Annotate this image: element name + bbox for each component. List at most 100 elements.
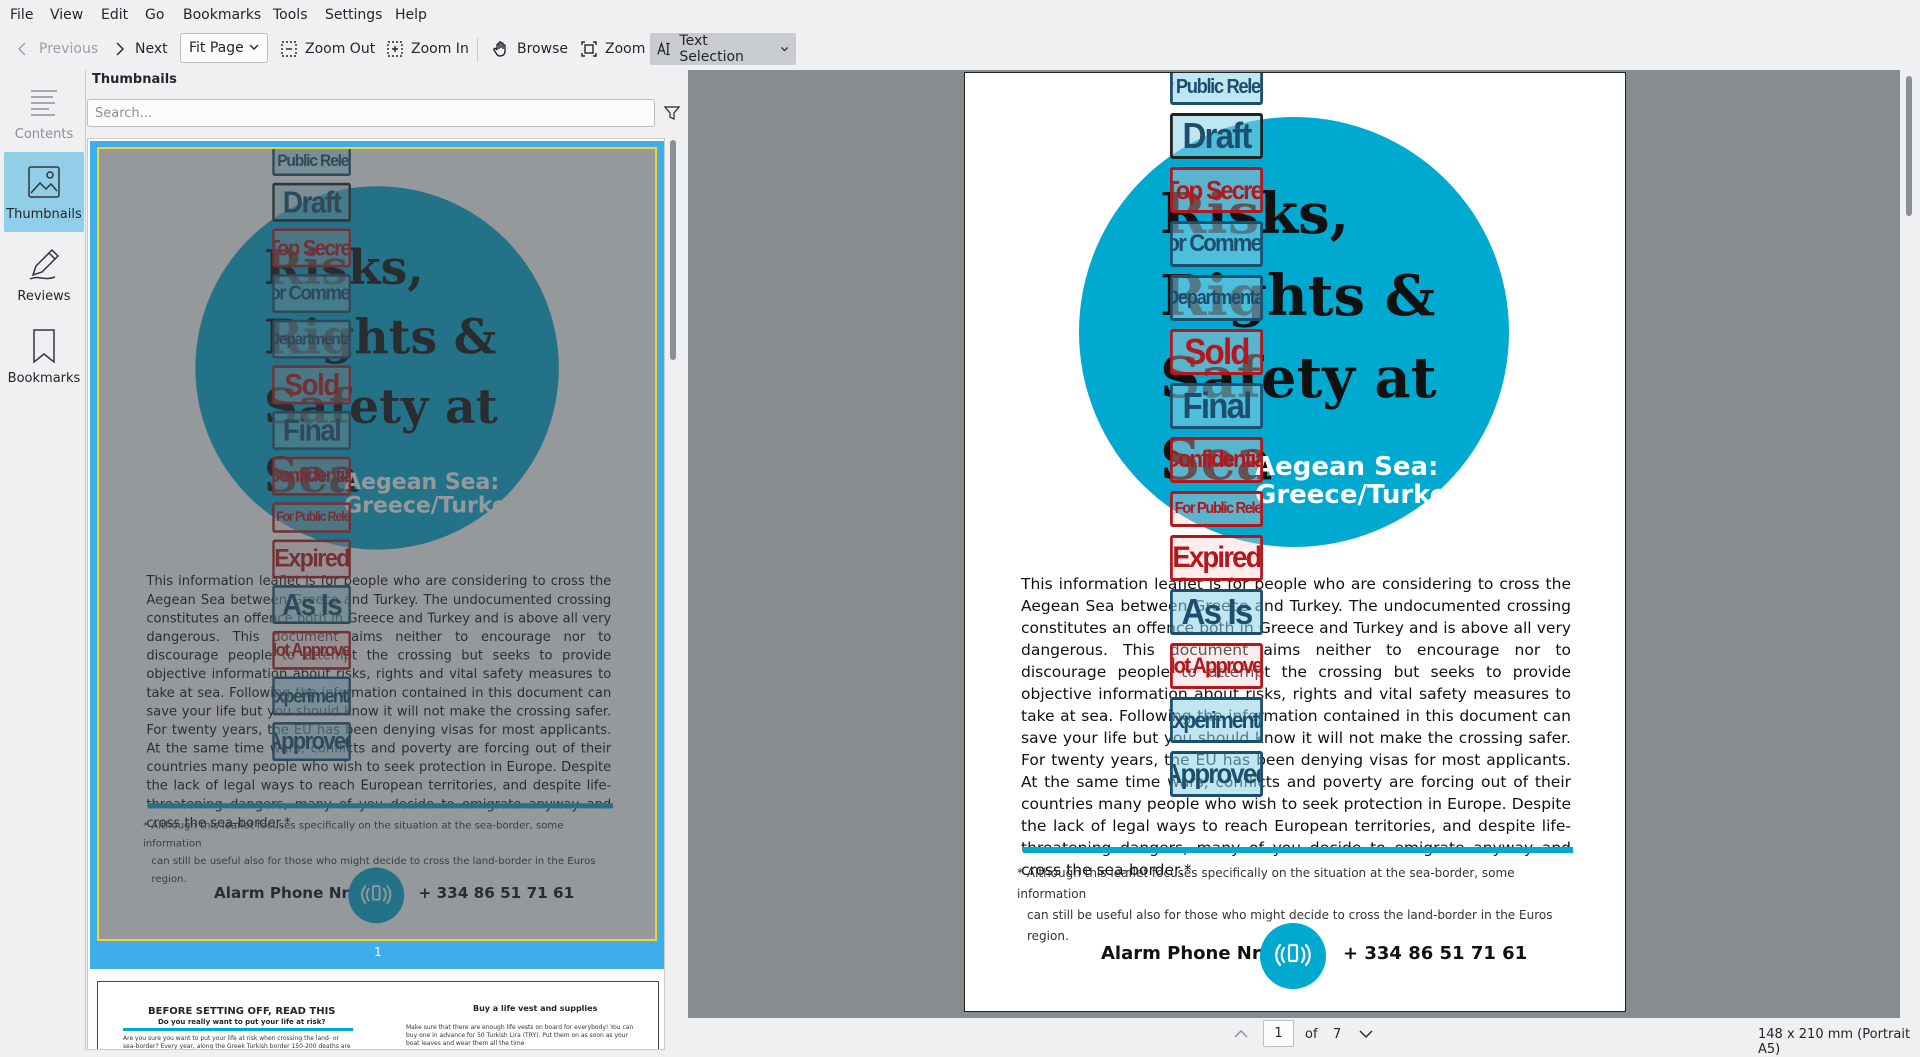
sidebar-item-bookmarks[interactable]: Bookmarks: [4, 316, 84, 396]
phone-signal-icon: [1260, 923, 1326, 989]
page-size-label: 148 x 210 mm (Portrait A5): [1758, 1027, 1911, 1057]
sidebar-item-label: Contents: [14, 126, 74, 142]
stamp-annotation[interactable]: For Public Release: [1170, 73, 1263, 105]
menu-settings[interactable]: Settings: [325, 7, 382, 23]
zoom-mode-select[interactable]: Fit Page: [180, 33, 268, 63]
page-of-label: of: [1305, 1027, 1318, 1042]
stamp-annotation[interactable]: For Comment: [1170, 221, 1263, 267]
stamp-annotation[interactable]: As Is: [1170, 589, 1263, 635]
chevron-right-icon: [116, 42, 124, 56]
text-cursor-icon: [657, 41, 670, 56]
zoom-label: Zoom: [605, 41, 646, 57]
thumbnail-image: Risks, Rights & Safety at Sea Aegean Sea…: [97, 147, 657, 941]
zoom-out-label: Zoom Out: [305, 41, 376, 57]
document-scrollbar[interactable]: [1900, 70, 1920, 1018]
sidebar: Contents Thumbnails Reviews Bookmarks: [0, 70, 86, 1051]
scrollbar-handle[interactable]: [670, 140, 676, 360]
scrollbar-handle[interactable]: [1906, 76, 1912, 216]
statusbar: 1 of 7 148 x 210 mm (Portrait A5): [688, 1018, 1920, 1057]
stamp-annotation[interactable]: Not For Public Release: [1170, 491, 1263, 527]
contents-icon: [31, 89, 57, 116]
toolbar-separator: [477, 38, 478, 62]
sidebar-item-reviews[interactable]: Reviews: [4, 234, 84, 314]
sidebar-item-thumbnails[interactable]: Thumbnails: [4, 152, 84, 232]
thumbnail-search-input[interactable]: Search...: [87, 99, 655, 127]
divider-rule: [1023, 847, 1573, 853]
thumbnail-overlay: [99, 149, 655, 939]
thumbnail-page-number: 1: [374, 945, 382, 959]
pen-icon: [29, 248, 60, 280]
stamp-annotation[interactable]: Confidential: [1170, 437, 1263, 483]
thumbnails-panel: Thumbnails Search... Risks, Rights & Saf…: [86, 70, 686, 1051]
chevron-down-icon: [249, 44, 259, 50]
stamp-annotation[interactable]: Sold: [1170, 329, 1263, 375]
sidebar-item-contents[interactable]: Contents: [4, 72, 84, 152]
page2-text: Are you sure you want to put your life a…: [123, 1035, 351, 1050]
menu-bookmarks[interactable]: Bookmarks: [183, 7, 261, 23]
menu-file[interactable]: File: [10, 7, 33, 23]
search-placeholder: Search...: [95, 106, 153, 121]
menu-help[interactable]: Help: [395, 7, 427, 23]
zoom-out-button[interactable]: Zoom Out: [274, 33, 381, 65]
menubar: File View Edit Go Bookmarks Tools Settin…: [0, 0, 1920, 30]
menu-view[interactable]: View: [50, 7, 83, 23]
stamp-annotation[interactable]: Top Secret: [1170, 167, 1263, 213]
zoom-in-icon: [387, 41, 403, 57]
previous-label: Previous: [39, 41, 99, 57]
chevron-down-icon[interactable]: [779, 43, 790, 55]
stamp-annotation[interactable]: Expired: [1170, 535, 1263, 581]
page2-right-text: Make sure that there are enough life ves…: [406, 1024, 634, 1047]
thumbnail-page-1[interactable]: Risks, Rights & Safety at Sea Aegean Sea…: [90, 141, 664, 969]
intro-paragraph: This information leaflet is for people w…: [1021, 575, 1571, 879]
menu-edit[interactable]: Edit: [101, 7, 128, 23]
stamp-annotation[interactable]: Departmental: [1170, 275, 1263, 321]
hand-icon: [493, 41, 506, 57]
alarm-phone-label: Alarm Phone Nr.:: [1101, 943, 1273, 964]
panel-title: Thumbnails: [92, 72, 177, 87]
page-number-input[interactable]: 1: [1263, 1020, 1294, 1047]
browse-label: Browse: [517, 41, 568, 57]
image-icon: [28, 165, 60, 198]
zoom-button[interactable]: Zoom: [574, 33, 651, 65]
next-label: Next: [135, 41, 168, 57]
chevron-left-icon: [18, 42, 26, 56]
stamp-annotation[interactable]: Experimental: [1170, 697, 1263, 743]
thumbnail-scrollbar[interactable]: [667, 140, 679, 1050]
zoom-out-icon: [281, 41, 297, 57]
page2-right-heading: Buy a life vest and supplies: [473, 1004, 598, 1013]
sidebar-item-label: Reviews: [17, 288, 71, 304]
page2-heading: BEFORE SETTING OFF, READ THIS: [148, 1006, 336, 1017]
menu-go[interactable]: Go: [145, 7, 164, 23]
thumbnail-page-2[interactable]: BEFORE SETTING OFF, READ THIS Do you rea…: [97, 981, 659, 1050]
stamp-annotation[interactable]: Approved: [1170, 751, 1263, 797]
sidebar-item-label: Bookmarks: [7, 370, 81, 386]
zoom-area-icon: [581, 41, 597, 57]
stamp-annotations: For Public Release Draft Top Secret For …: [1166, 73, 1269, 805]
previous-button[interactable]: Previous: [8, 33, 104, 65]
zoom-in-label: Zoom In: [411, 41, 469, 57]
page2-subheading: Do you really want to put your life at r…: [158, 1018, 326, 1026]
chevron-up-icon[interactable]: [1233, 1027, 1249, 1041]
text-selection-button[interactable]: Text Selection: [650, 33, 796, 65]
alarm-phone-number: + 334 86 51 71 61: [1343, 943, 1528, 964]
next-button[interactable]: Next: [104, 33, 174, 65]
stamp-annotation[interactable]: Draft: [1170, 113, 1263, 159]
document-view[interactable]: Risks, Rights & Safety at Sea Aegean Sea…: [688, 70, 1900, 1018]
zoom-in-button[interactable]: Zoom In: [380, 33, 475, 65]
total-pages: 7: [1333, 1027, 1342, 1042]
bookmark-icon: [33, 328, 55, 364]
text-selection-label: Text Selection: [679, 33, 744, 65]
stamp-annotation[interactable]: Not Approved: [1170, 643, 1263, 689]
document-page[interactable]: Risks, Rights & Safety at Sea Aegean Sea…: [964, 72, 1626, 1012]
thumbnail-list[interactable]: Risks, Rights & Safety at Sea Aegean Sea…: [87, 138, 665, 1050]
document-subtitle: Aegean Sea: Greece/Turkey: [1255, 452, 1465, 510]
stamp-annotation[interactable]: Final: [1170, 383, 1263, 429]
page2-rule: [123, 1028, 353, 1031]
filter-icon[interactable]: [664, 105, 680, 121]
chevron-down-icon[interactable]: [1358, 1027, 1374, 1041]
zoom-mode-value: Fit Page: [189, 40, 244, 56]
footnote-line: * Although this leaflet focuses specific…: [1017, 866, 1515, 901]
menu-tools[interactable]: Tools: [273, 7, 308, 23]
sidebar-item-label: Thumbnails: [6, 206, 82, 222]
browse-button[interactable]: Browse: [486, 33, 574, 65]
